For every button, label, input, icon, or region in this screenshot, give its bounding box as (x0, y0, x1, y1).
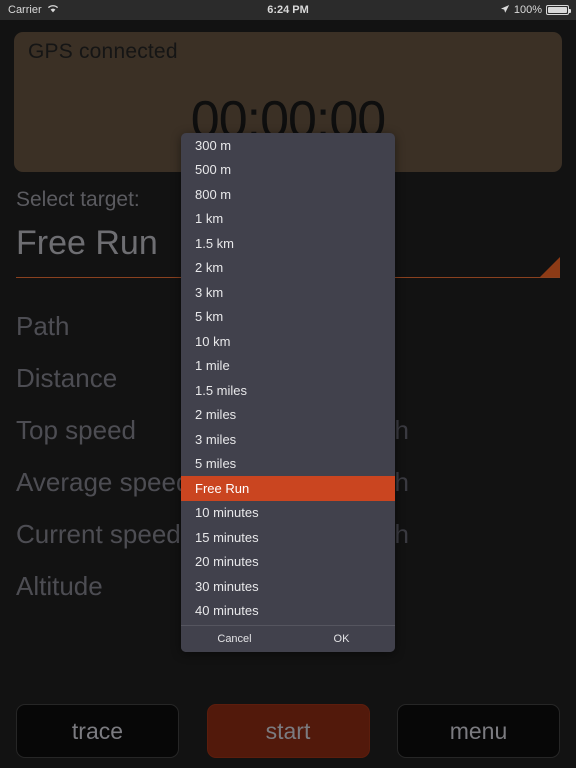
target-option[interactable]: 20 minutes (181, 550, 395, 575)
target-option[interactable]: 10 minutes (181, 501, 395, 526)
target-option[interactable]: 1.5 miles (181, 378, 395, 403)
target-option-selected[interactable]: Free Run (181, 476, 395, 501)
target-option[interactable]: 1 km (181, 207, 395, 232)
target-option[interactable]: 5 miles (181, 452, 395, 477)
battery-percent-label: 100% (513, 4, 542, 16)
status-bar-clock: 6:24 PM (267, 4, 309, 16)
target-option[interactable]: 3 km (181, 280, 395, 305)
cancel-button[interactable]: Cancel (181, 626, 288, 652)
target-option[interactable]: 300 m (181, 133, 395, 158)
target-option[interactable]: 30 minutes (181, 574, 395, 599)
stat-label: Altitude (16, 570, 103, 601)
select-target-label: Select target: (16, 188, 140, 211)
target-option[interactable]: 1.5 km (181, 231, 395, 256)
menu-button[interactable]: menu (397, 704, 560, 758)
target-option[interactable]: 500 m (181, 158, 395, 183)
start-button[interactable]: start (206, 704, 370, 758)
app-screen: Carrier 6:24 PM 100% GPS connected 00:00… (0, 0, 576, 768)
target-option[interactable]: 15 minutes (181, 525, 395, 550)
target-option[interactable]: 3 miles (181, 427, 395, 452)
ok-button[interactable]: OK (288, 626, 395, 652)
stat-label: Average speed (16, 466, 191, 497)
target-option[interactable]: 10 km (181, 329, 395, 354)
trace-button[interactable]: trace (16, 704, 179, 758)
stat-label: Current speed (16, 518, 181, 549)
target-option[interactable]: 40 minutes (181, 599, 395, 624)
target-picker-dropdown: 300 m 500 m 800 m1 km 1.5 km 2 km 3 km 5 km 10 … (181, 133, 395, 652)
gps-status-text: GPS connected (28, 40, 178, 63)
stat-label: Path (16, 310, 70, 341)
target-option[interactable]: 5 km (181, 305, 395, 330)
status-bar: Carrier 6:24 PM 100% (0, 0, 576, 20)
location-arrow-icon (500, 4, 510, 17)
target-option[interactable]: 2 miles (181, 403, 395, 428)
stat-label: Distance (16, 362, 118, 393)
target-picker-list[interactable]: 300 m 500 m 800 m1 km 1.5 km 2 km 3 km 5 km 10 … (181, 133, 395, 625)
target-option[interactable]: 2 km (181, 256, 395, 281)
target-option[interactable]: 800 m (181, 182, 395, 207)
status-bar-right: 100% (500, 4, 571, 17)
select-target-value[interactable]: Free Run (16, 224, 158, 263)
battery-full-icon (546, 5, 571, 15)
bottom-button-bar: trace start menu (0, 704, 576, 758)
stat-label: Top speed (16, 414, 136, 445)
chevron-down-icon[interactable] (540, 257, 560, 277)
target-picker-footer: Cancel OK (181, 625, 395, 652)
target-option[interactable]: 1 mile (181, 354, 395, 379)
